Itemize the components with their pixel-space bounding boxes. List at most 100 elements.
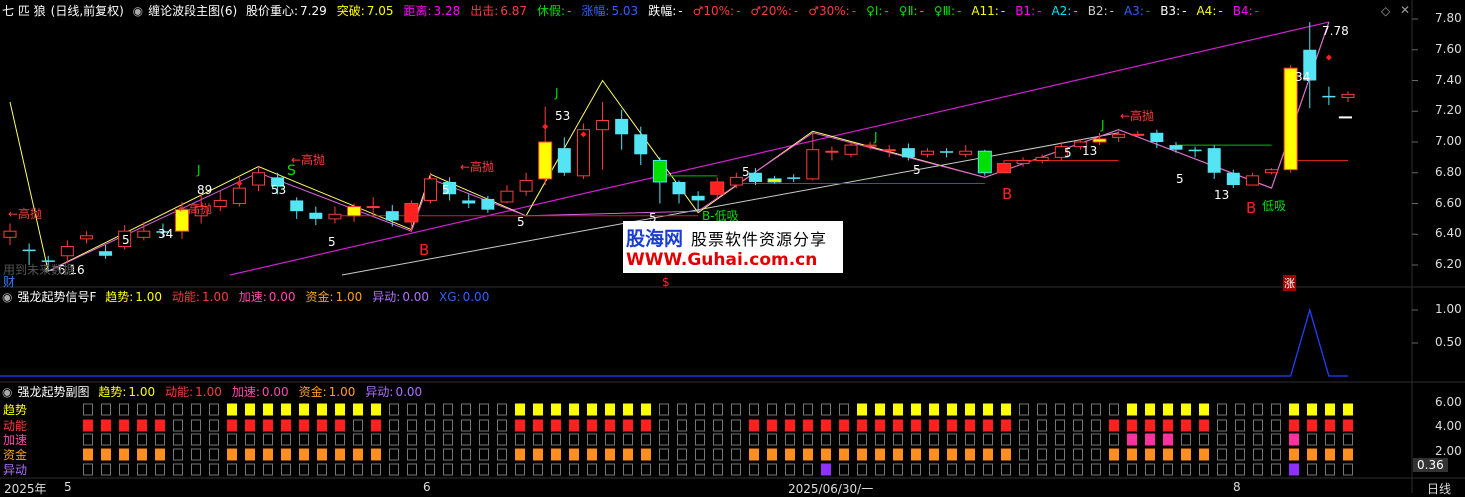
state-cell [767, 403, 777, 416]
state-cell [281, 463, 291, 476]
j-marker: J [555, 86, 559, 100]
state-cell [263, 433, 273, 446]
state-cell [461, 463, 471, 476]
state-cell [875, 419, 885, 432]
state-cell [425, 419, 435, 432]
state-cell [749, 403, 759, 416]
state-cell [983, 448, 993, 461]
state-cell [1307, 463, 1317, 476]
count-label: 5 [913, 163, 921, 177]
candle-body [347, 206, 362, 217]
candle-body [634, 134, 648, 155]
candle-body [729, 176, 743, 186]
state-cell [731, 463, 741, 476]
state-cell [425, 463, 435, 476]
candle-body [940, 151, 954, 153]
state-cell [299, 463, 309, 476]
state-cell [1325, 463, 1335, 476]
candle-body [328, 213, 342, 220]
state-cell [83, 419, 93, 432]
state-cell [857, 463, 867, 476]
state-cell [1325, 403, 1335, 416]
state-cell [749, 448, 759, 461]
state-cell [1019, 433, 1029, 446]
state-cell [785, 463, 795, 476]
state-cell [551, 433, 561, 446]
count-label: 13 [1082, 144, 1098, 158]
candle-body [1265, 169, 1279, 174]
state-cell [533, 433, 543, 446]
state-cell [1253, 448, 1263, 461]
candle-body [977, 150, 992, 174]
panel-chevron-icon[interactable]: ◉ [2, 290, 12, 304]
candle-body [424, 178, 438, 201]
candle-body [557, 148, 571, 173]
state-cell [569, 448, 579, 461]
state-cell [155, 463, 165, 476]
candle-body [748, 172, 762, 182]
state-cell [209, 419, 219, 432]
state-cell [983, 403, 993, 416]
state-cell [1127, 419, 1137, 432]
state-cell [371, 463, 381, 476]
state-cell [803, 403, 813, 416]
signal-panel-header: ◉ 强龙起势信号F 趋势: 1.00 动能: 1.00 加速: 0.00 资金: 1.00 异动:… [2, 289, 504, 306]
candle-body [596, 119, 610, 131]
state-cell [101, 448, 111, 461]
header-item: 趋势: 1.00 [105, 290, 162, 304]
signal-panel-name[interactable]: 强龙起势信号F [17, 290, 96, 304]
state-cell [839, 419, 849, 432]
state-cell [1091, 403, 1101, 416]
candle-body [787, 177, 801, 179]
state-cell [1001, 448, 1011, 461]
sub-panel-name[interactable]: 强龙起势副图 [17, 385, 89, 399]
period-button[interactable]: 日线 [1427, 480, 1451, 497]
candle-body [672, 181, 686, 195]
state-cell [839, 433, 849, 446]
state-cell [1127, 448, 1137, 461]
panel-chevron-icon[interactable]: ◉ [2, 385, 12, 399]
state-cell [623, 448, 633, 461]
state-cell [191, 419, 201, 432]
state-cell [1037, 419, 1047, 432]
state-cell [1055, 403, 1065, 416]
state-cell [641, 448, 651, 461]
header-item: 动能: 1.00 [171, 290, 229, 304]
state-cell [1253, 419, 1263, 432]
high-price-label: 7.78 [1322, 24, 1349, 38]
candle-body [404, 203, 419, 223]
candle-body [1169, 145, 1183, 150]
state-cell [1199, 403, 1209, 416]
state-cell [965, 448, 975, 461]
state-cell [659, 433, 669, 446]
state-cell [353, 448, 363, 461]
state-cell [389, 463, 399, 476]
finance-icon[interactable]: 财 [3, 273, 15, 290]
candle-body [920, 150, 934, 155]
state-cell [389, 419, 399, 432]
state-cell [389, 448, 399, 461]
state-cell [173, 419, 183, 432]
state-cell [389, 433, 399, 446]
state-cell [713, 448, 723, 461]
state-cell [713, 419, 723, 432]
signal-tick: 1.00 [1435, 302, 1462, 316]
state-cell [1217, 463, 1227, 476]
candle-body [1035, 156, 1049, 161]
state-cell [839, 463, 849, 476]
state-cell [1055, 433, 1065, 446]
state-cell [965, 403, 975, 416]
state-cell [479, 403, 489, 416]
state-cell [1145, 433, 1155, 446]
state-cell [731, 419, 741, 432]
state-cell [587, 403, 597, 416]
state-cell [1235, 433, 1245, 446]
xg-signal-line [0, 307, 1348, 377]
state-cell [1289, 463, 1299, 476]
row-label: 加速 [3, 433, 28, 447]
state-cell [1127, 403, 1137, 416]
state-cell [1181, 463, 1191, 476]
state-cell [335, 433, 345, 446]
count-label: 53 [271, 183, 287, 197]
limit-up-badge: 涨 [1283, 275, 1296, 291]
